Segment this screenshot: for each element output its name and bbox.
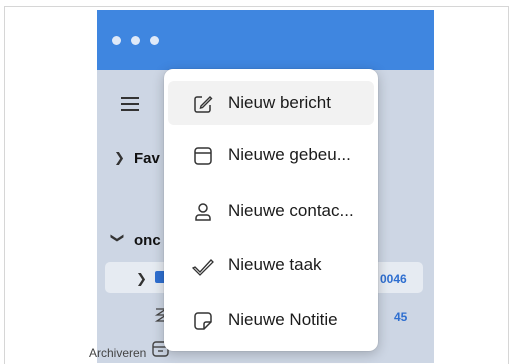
archive-folder-label[interactable]: Archiveren [89,346,146,360]
menu-item-new-message[interactable]: Nieuw bericht [168,81,374,125]
menu-item-new-contact[interactable]: Nieuwe contac... [168,189,374,233]
menu-item-label: Nieuwe gebeu... [228,145,351,164]
menu-item-label: Nieuwe Notitie [228,310,338,329]
menu-item-new-task[interactable]: Nieuwe taak [168,243,374,287]
unread-count: 0046 [380,272,407,286]
calendar-icon [194,147,212,165]
account-label[interactable]: onc [134,232,161,249]
menu-item-new-event[interactable]: Nieuwe gebeu... [168,133,374,177]
title-bar [97,10,434,70]
chevron-down-icon[interactable]: ❯ [109,233,125,244]
hamburger-menu-icon[interactable] [121,97,139,111]
chevron-right-icon[interactable]: ❯ [114,150,125,166]
menu-item-label: Nieuw bericht [228,93,331,112]
window-control-dot[interactable] [112,36,121,45]
favorites-label[interactable]: Fav [134,150,160,167]
folder-count: 45 [394,310,408,324]
new-item-menu: Nieuw bericht Nieuwe gebeu... Nieuwe con… [164,69,378,351]
menu-item-label: Nieuwe taak [228,255,322,274]
person-icon [195,203,211,221]
checkmark-icon [192,259,214,276]
chevron-right-icon[interactable]: ❯ [136,271,147,287]
window-control-dot[interactable] [150,36,159,45]
compose-icon [194,96,213,113]
menu-item-label: Nieuwe contac... [228,201,354,220]
window-control-dot[interactable] [131,36,140,45]
menu-item-new-note[interactable]: Nieuwe Notitie [168,298,374,342]
note-icon [194,312,212,330]
